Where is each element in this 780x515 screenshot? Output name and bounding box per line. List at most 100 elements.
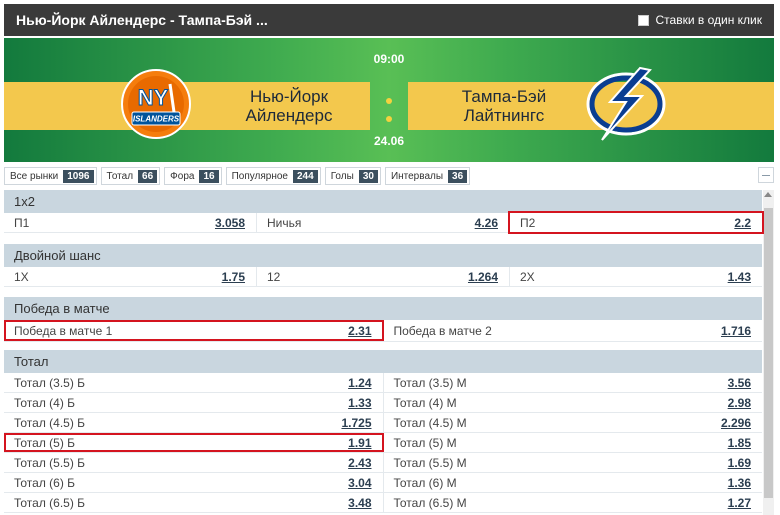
scroll-thumb[interactable] (764, 208, 773, 498)
odd-value[interactable]: 1.725 (341, 416, 371, 430)
odd-cell-p2-highlighted[interactable]: П2 2.2 (508, 211, 764, 234)
odd-value[interactable]: 2.98 (728, 396, 751, 410)
team-home-line1: Нью-Йорк (249, 87, 329, 106)
odds-row: Тотал (5) Б 1.91 Тотал (5) М 1.85 (4, 433, 762, 453)
odd-cell-over[interactable]: Тотал (4.5) Б 1.725 (4, 413, 384, 432)
collapse-all-button[interactable] (758, 167, 774, 183)
odd-cell-over[interactable]: Тотал (6) Б 3.04 (4, 473, 384, 492)
filter-label: Фора (170, 170, 195, 182)
market-header[interactable]: Победа в матче (4, 297, 762, 320)
separator-dot (386, 116, 392, 122)
scroll-up-icon[interactable] (764, 192, 772, 197)
odd-cell-under[interactable]: Тотал (5) М 1.85 (384, 433, 763, 452)
outcome-label: Тотал (6) Б (14, 475, 76, 490)
market-1x2: 1x2 П1 3.058 Ничья 4.26 П2 2.2 (4, 190, 764, 234)
odd-cell-under[interactable]: Тотал (3.5) М 3.56 (384, 373, 763, 392)
islanders-logo-icon: ISLANDERS NY (121, 69, 191, 139)
odd-cell-over[interactable]: Тотал (6.5) Б 3.48 (4, 493, 384, 512)
outcome-label: Тотал (5.5) Б (14, 455, 86, 470)
filter-count: 66 (138, 169, 158, 183)
odds-row: Тотал (3.5) Б 1.24 Тотал (3.5) М 3.56 (4, 373, 762, 393)
logo-top-text: NY (138, 85, 169, 110)
odd-value[interactable]: 1.43 (728, 270, 751, 284)
odd-value[interactable]: 3.058 (215, 216, 245, 230)
one-click-toggle[interactable]: Ставки в один клик (637, 13, 763, 27)
outcome-label: Тотал (5) М (393, 435, 457, 450)
odd-cell-over[interactable]: Тотал (3.5) Б 1.24 (4, 373, 384, 392)
team-away-line2: Лайтнингс (463, 106, 545, 125)
odd-value[interactable]: 2.31 (348, 324, 371, 338)
odds-row: Тотал (6.5) Б 3.48 Тотал (6.5) М 1.27 (4, 493, 762, 513)
odd-value[interactable]: 1.75 (222, 270, 245, 284)
outcome-label: Тотал (4) М (393, 395, 457, 410)
filter-all-markets[interactable]: Все рынки 1096 (4, 167, 97, 185)
filter-total[interactable]: Тотал 66 (100, 167, 161, 185)
outcome-label: 2X (520, 269, 535, 284)
odd-value[interactable]: 3.56 (728, 376, 751, 390)
filter-label: Интервалы (390, 170, 444, 182)
odds-row: Тотал (6) Б 3.04 Тотал (6) М 1.36 (4, 473, 762, 493)
odd-value[interactable]: 2.43 (348, 456, 371, 470)
odd-value[interactable]: 2.2 (734, 216, 751, 230)
odd-value[interactable]: 1.264 (468, 270, 498, 284)
odd-value[interactable]: 1.69 (728, 456, 751, 470)
odd-cell-2x[interactable]: 2X 1.43 (510, 267, 762, 286)
odd-value[interactable]: 1.85 (728, 436, 751, 450)
logo-bottom-text: ISLANDERS (133, 115, 180, 124)
odd-value[interactable]: 1.33 (348, 396, 371, 410)
odd-cell-under[interactable]: Тотал (4) М 2.98 (384, 393, 763, 412)
outcome-label: П2 (520, 215, 536, 230)
odd-value[interactable]: 1.91 (348, 436, 371, 450)
team-away[interactable]: Тампа-Бэй Лайтнингс (414, 87, 594, 125)
odd-value[interactable]: 3.48 (348, 496, 371, 510)
odd-cell-win2[interactable]: Победа в матче 2 1.716 (384, 320, 763, 341)
odd-cell-over[interactable]: Тотал (5.5) Б 2.43 (4, 453, 384, 472)
odd-cell-under[interactable]: Тотал (5.5) М 1.69 (384, 453, 763, 472)
filter-popular[interactable]: Популярное 244 (225, 167, 321, 185)
one-click-checkbox[interactable] (637, 14, 649, 26)
scrollbar[interactable] (763, 190, 774, 515)
odd-cell-draw[interactable]: Ничья 4.26 (257, 213, 510, 232)
odds-row: Тотал (4) Б 1.33 Тотал (4) М 2.98 (4, 393, 762, 413)
outcome-label: Тотал (5) Б (14, 435, 76, 450)
filter-count: 244 (293, 169, 318, 183)
odd-cell-1x[interactable]: 1X 1.75 (4, 267, 257, 286)
odds-row: Тотал (4.5) Б 1.725 Тотал (4.5) М 2.296 (4, 413, 762, 433)
odd-value[interactable]: 1.36 (728, 476, 751, 490)
odd-cell-under[interactable]: Тотал (6) М 1.36 (384, 473, 763, 492)
market-total: Тотал Тотал (3.5) Б 1.24 Тотал (3.5) М 3.5… (4, 350, 762, 513)
team-away-line1: Тампа-Бэй (461, 87, 547, 106)
outcome-label: Тотал (6) М (393, 475, 457, 490)
odd-value[interactable]: 3.04 (348, 476, 371, 490)
odds-row: Победа в матче 1 2.31 Победа в матче 2 1.7… (4, 320, 762, 342)
odd-cell-over-highlighted[interactable]: Тотал (5) Б 1.91 (4, 433, 384, 452)
one-click-label: Ставки в один клик (655, 13, 763, 27)
market-header[interactable]: 1x2 (4, 190, 762, 213)
odd-value[interactable]: 1.716 (721, 324, 751, 338)
team-home[interactable]: Нью-Йорк Айлендерс (214, 87, 364, 125)
market-filters: Все рынки 1096 Тотал 66 Фора 16 Популярное 2… (4, 166, 774, 186)
filter-goals[interactable]: Голы 30 (324, 167, 381, 185)
market-header[interactable]: Тотал (4, 350, 762, 373)
odd-value[interactable]: 1.27 (728, 496, 751, 510)
odds-row: Тотал (5.5) Б 2.43 Тотал (5.5) М 1.69 (4, 453, 762, 473)
market-header[interactable]: Двойной шанс (4, 244, 762, 267)
odd-value[interactable]: 1.24 (348, 376, 371, 390)
odd-cell-over[interactable]: Тотал (4) Б 1.33 (4, 393, 384, 412)
odd-cell-12[interactable]: 12 1.264 (257, 267, 510, 286)
odd-cell-p1[interactable]: П1 3.058 (4, 213, 257, 232)
odd-cell-under[interactable]: Тотал (4.5) М 2.296 (384, 413, 763, 432)
odd-cell-win1-highlighted[interactable]: Победа в матче 1 2.31 (4, 320, 384, 341)
filter-count: 16 (199, 169, 219, 183)
odd-value[interactable]: 4.26 (475, 216, 498, 230)
filter-intervals[interactable]: Интервалы 36 (384, 167, 471, 185)
filter-handicap[interactable]: Фора 16 (164, 167, 222, 185)
page-title: Нью-Йорк Айлендерс - Тампа-Бэй ... (16, 12, 268, 28)
outcome-label: Тотал (6.5) Б (14, 495, 86, 510)
outcome-label: Тотал (6.5) М (393, 495, 467, 510)
odd-cell-under[interactable]: Тотал (6.5) М 1.27 (384, 493, 763, 512)
odd-value[interactable]: 2.296 (721, 416, 751, 430)
outcome-label: Тотал (4) Б (14, 395, 76, 410)
outcome-label: Тотал (3.5) Б (14, 375, 86, 390)
outcome-label: Тотал (4.5) М (393, 415, 467, 430)
